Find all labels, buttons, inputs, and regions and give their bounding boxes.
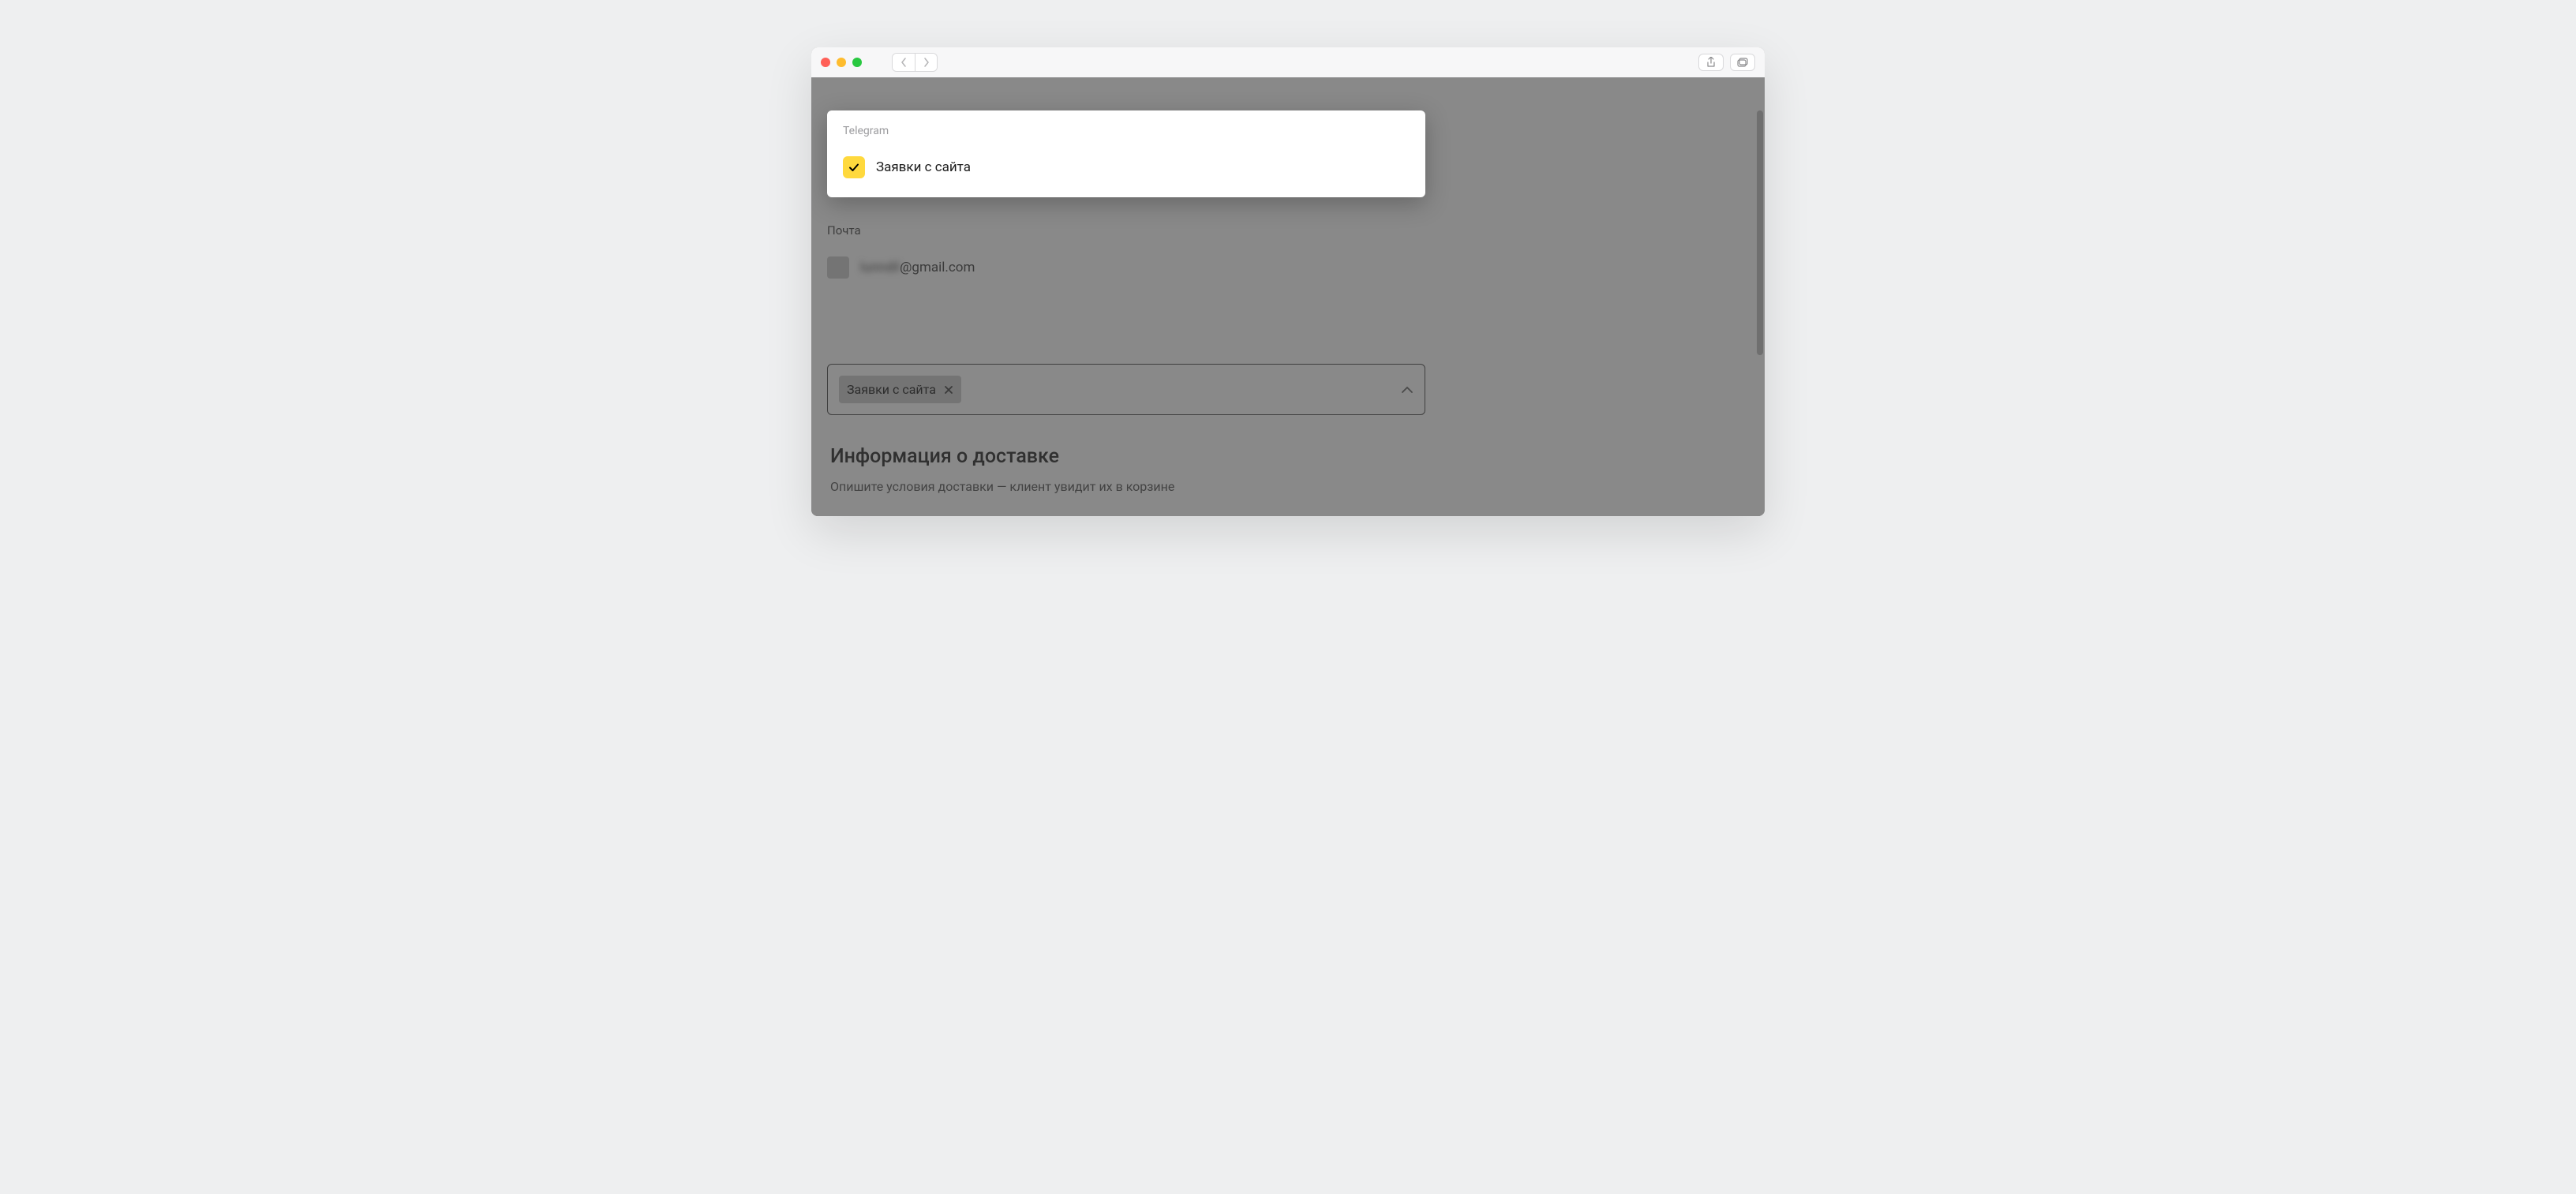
chevron-up-icon xyxy=(1401,386,1413,394)
email-domain: @gmail.com xyxy=(900,260,975,275)
tabs-button[interactable] xyxy=(1730,54,1755,71)
tag-label: Заявки с сайта xyxy=(847,382,936,397)
forward-button[interactable] xyxy=(915,54,937,71)
close-icon xyxy=(944,385,953,395)
titlebar xyxy=(811,47,1765,77)
window-controls xyxy=(821,58,862,67)
dropdown-group-label: Telegram xyxy=(843,125,1410,137)
chevron-left-icon xyxy=(900,58,907,67)
minimize-window-button[interactable] xyxy=(837,58,846,67)
nav-buttons xyxy=(892,53,938,72)
email-section-label: Почта xyxy=(827,223,1425,238)
chevron-right-icon xyxy=(923,58,930,67)
shipping-description: Опишите условия доставки — клиент увидит… xyxy=(830,479,1174,494)
browser-window: Telegram Заявки с сайта Почта lunndil@gm… xyxy=(811,47,1765,516)
page-viewport: Telegram Заявки с сайта Почта lunndil@gm… xyxy=(811,77,1765,516)
tag-remove-button[interactable] xyxy=(944,385,953,395)
share-icon xyxy=(1706,57,1716,68)
popover-scrollbar[interactable] xyxy=(1757,110,1763,355)
dropdown-popover: Telegram Заявки с сайта xyxy=(827,110,1425,197)
dropdown-option[interactable]: Заявки с сайта xyxy=(843,156,1410,178)
back-button[interactable] xyxy=(893,54,915,71)
multiselect-field[interactable]: Заявки с сайта xyxy=(827,364,1425,415)
close-window-button[interactable] xyxy=(821,58,830,67)
maximize-window-button[interactable] xyxy=(852,58,862,67)
email-value: lunndil@gmail.com xyxy=(860,260,975,275)
email-option[interactable]: lunndil@gmail.com xyxy=(827,256,1425,279)
tabs-icon xyxy=(1737,58,1748,67)
email-masked: lunndil xyxy=(860,260,900,275)
shipping-heading: Информация о доставке xyxy=(830,445,1174,468)
selected-tag: Заявки с сайта xyxy=(839,376,961,403)
shipping-section: Информация о доставке Опишите условия до… xyxy=(830,445,1174,494)
toolbar-right xyxy=(1698,54,1755,71)
check-icon xyxy=(848,161,860,174)
checkbox-unchecked[interactable] xyxy=(827,256,849,279)
dropdown-option-label: Заявки с сайта xyxy=(876,159,971,175)
email-section: Почта lunndil@gmail.com xyxy=(827,223,1425,279)
share-button[interactable] xyxy=(1698,54,1724,71)
checkbox-checked[interactable] xyxy=(843,156,865,178)
